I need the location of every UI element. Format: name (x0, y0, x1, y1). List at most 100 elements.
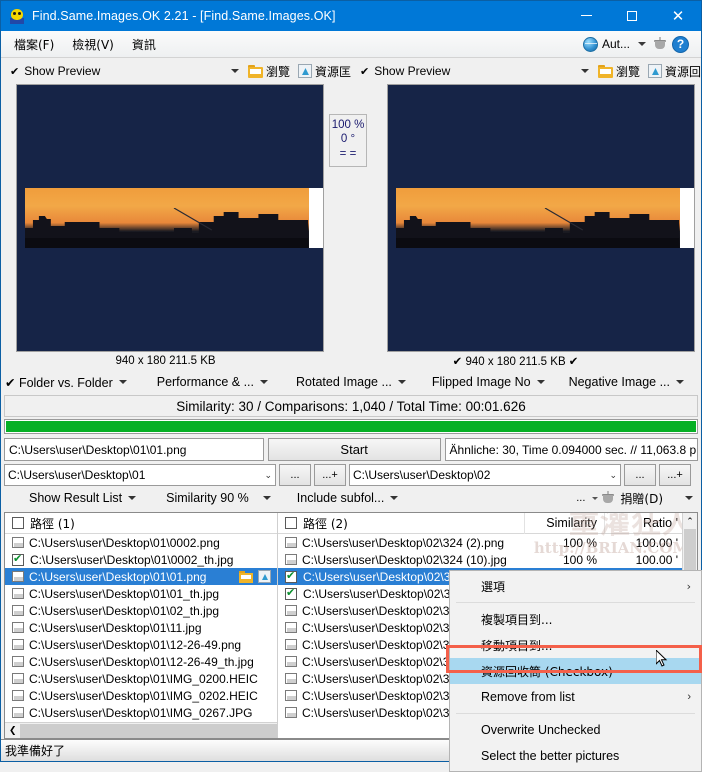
option-performance[interactable]: Performance & ... (157, 375, 274, 389)
scroll-up-icon[interactable]: ⌃ (683, 513, 697, 529)
folder-icon[interactable] (239, 570, 253, 583)
explorer-label-right[interactable]: 資源回 (665, 63, 701, 80)
list-item[interactable]: C:\Users\user\Desktop\01\02_th.jpg (5, 602, 277, 619)
list-item[interactable]: C:\Users\user\Desktop\01\11.jpg (5, 619, 277, 636)
chevron-down-icon-right[interactable] (580, 69, 589, 73)
preview-pane-right[interactable] (387, 84, 695, 352)
row-checkbox[interactable] (12, 552, 24, 566)
option-similarity-threshold[interactable]: Similarity 90 % (166, 491, 277, 505)
current-file-field[interactable]: C:\Users\user\Desktop\01\01.png (4, 438, 264, 461)
image-icon (12, 707, 24, 718)
browse-label-left[interactable]: 瀏覽 (266, 63, 290, 80)
ctx-select-better-pictures[interactable]: Select the better pictures (450, 743, 701, 769)
list-left-header[interactable]: 路徑 (1) (5, 513, 277, 534)
maximize-button[interactable] (609, 1, 655, 31)
language-label[interactable]: Aut... (602, 37, 630, 51)
menu-view[interactable]: 檢視(V) (63, 32, 123, 57)
folder1-add-button[interactable]: ...+ (314, 464, 346, 486)
list-item-path: C:\Users\user\Desktop\02\3 (302, 603, 450, 618)
recycle-icon-left[interactable] (297, 64, 312, 78)
browse-label-right[interactable]: 瀏覽 (616, 63, 640, 80)
coffee-icon[interactable] (654, 37, 668, 51)
show-preview-label-right[interactable]: Show Preview (374, 64, 450, 78)
ctx-remove-from-list[interactable]: Remove from list › (450, 684, 701, 710)
list-item[interactable]: C:\Users\user\Desktop\01\IMG_0200.HEIC (5, 670, 277, 687)
ctx-copy-items-to-label: 複製項目到... (481, 612, 553, 627)
recycle-icon-right[interactable] (647, 64, 662, 78)
start-button[interactable]: Start (267, 438, 441, 461)
explorer-label-left[interactable]: 資源匡 (315, 63, 351, 80)
image-icon (12, 605, 24, 616)
folder2-browse-button[interactable]: ... (624, 464, 656, 486)
row-checkbox[interactable] (285, 569, 297, 583)
folder-icon-left[interactable] (247, 64, 263, 78)
size-caption-left: 940 x 180 211.5 KB (115, 355, 216, 367)
list-item[interactable]: C:\Users\user\Desktop\01\IMG_0267.JPG (5, 704, 277, 721)
column-header-ratio[interactable]: Ratio ' (604, 513, 682, 534)
folder1-browse-button[interactable]: ... (279, 464, 311, 486)
show-preview-check-right[interactable]: ✔ (351, 65, 374, 78)
help-button[interactable]: ? (672, 35, 689, 53)
folder-icon-right[interactable] (597, 64, 613, 78)
chevron-down-icon[interactable] (638, 42, 646, 46)
folder1-combo[interactable]: C:\Users\user\Desktop\01 ⌄ (4, 464, 276, 486)
folder2-combo[interactable]: C:\Users\user\Desktop\02 ⌄ (349, 464, 621, 486)
preview-image-left (25, 188, 323, 248)
progress-bar-fill (6, 421, 696, 432)
chevron-down-icon[interactable] (685, 496, 693, 500)
menu-file[interactable]: 檔案(F) (5, 32, 63, 57)
table-row[interactable]: C:\Users\user\Desktop\02\324 (2).png 100 … (278, 534, 697, 551)
chevron-down-icon-left[interactable] (230, 69, 239, 73)
globe-icon[interactable] (582, 36, 598, 52)
menu-info[interactable]: 資訊 (123, 32, 165, 57)
table-row[interactable]: C:\Users\user\Desktop\02\324 (10).jpg 100… (278, 551, 697, 568)
option-rotated-image[interactable]: Rotated Image ... (296, 375, 412, 389)
show-preview-check-left[interactable]: ✔ (1, 65, 24, 78)
cell-ratio: 100.00 ' (635, 535, 678, 550)
ctx-options[interactable]: 選項 › (450, 573, 701, 599)
scrollbar-thumb[interactable] (20, 723, 277, 738)
select-all-checkbox-right[interactable] (285, 517, 297, 529)
column-header-similarity[interactable]: Similarity (524, 513, 604, 534)
list-item[interactable]: C:\Users\user\Desktop\01\01.png (5, 568, 277, 585)
scroll-left-icon[interactable]: ❮ (5, 725, 20, 736)
list-item[interactable]: C:\Users\user\Desktop\01\0002_th.jpg (5, 551, 277, 568)
ctx-overwrite-unchecked[interactable]: Overwrite Unchecked (450, 717, 701, 743)
row-checkbox[interactable] (285, 586, 297, 600)
skyline-silhouette-right (396, 208, 680, 248)
list-item[interactable]: C:\Users\user\Desktop\01\12-26-49_th.jpg (5, 653, 277, 670)
ctx-copy-items-to[interactable]: 複製項目到... (450, 606, 701, 632)
option-show-result-list[interactable]: Show Result List (29, 491, 142, 505)
recycle-icon[interactable] (258, 570, 271, 583)
cell-similarity: 100 % (562, 535, 597, 550)
list-item[interactable]: C:\Users\user\Desktop\01\IMG_0202.HEIC (5, 687, 277, 704)
folder2-add-button[interactable]: ...+ (659, 464, 691, 486)
preview-toolbar-right: ✔ Show Preview 瀏覽 資源回 (351, 58, 701, 84)
result-list-left[interactable]: 路徑 (1) C:\Users\user\Desktop\01\0002.png… (5, 513, 278, 738)
context-menu[interactable]: 選項 › 複製項目到... 移動項目到... 資源回收筒 (Checkbox) R… (449, 570, 702, 772)
list-item[interactable]: C:\Users\user\Desktop\01\0002.png (5, 534, 277, 551)
list-item-path: C:\Users\user\Desktop\02\3 (302, 688, 450, 703)
select-all-checkbox-left[interactable] (12, 517, 24, 529)
option-include-subfolders[interactable]: Include subfol... (297, 491, 405, 505)
chevron-down-icon (592, 496, 599, 500)
option-flipped-image[interactable]: Flipped Image No (432, 375, 551, 389)
preview-pane-left[interactable] (16, 84, 324, 352)
option-folder-vs-folder[interactable]: ✔ Folder vs. Folder (5, 375, 133, 390)
close-icon: ✕ (671, 6, 685, 25)
folder-row: C:\Users\user\Desktop\01 ⌄ ... ...+ C:\U… (4, 464, 698, 486)
list-item[interactable]: C:\Users\user\Desktop\01\01_th.jpg (5, 585, 277, 602)
cell-similarity: 100 % (562, 552, 597, 567)
folder2-value: C:\Users\user\Desktop\02 (353, 468, 491, 482)
minimize-button[interactable] (563, 1, 609, 31)
mouse-cursor-icon (656, 650, 668, 667)
donate-group[interactable]: ... 捐贈(D) (576, 490, 697, 507)
option-show-result-list-label: Show Result List (29, 491, 123, 505)
similarity-summary: Similarity: 30 / Comparisons: 1,040 / To… (4, 395, 698, 417)
option-negative-image[interactable]: Negative Image ... (569, 375, 690, 389)
horizontal-scrollbar-left[interactable]: ❮ (5, 722, 277, 738)
list-item[interactable]: C:\Users\user\Desktop\01\12-26-49.png (5, 636, 277, 653)
show-preview-label-left[interactable]: Show Preview (24, 64, 100, 78)
close-button[interactable]: ✕ (655, 1, 701, 31)
list-right-header[interactable]: 路徑 (2) Similarity Ratio ' (278, 513, 697, 534)
